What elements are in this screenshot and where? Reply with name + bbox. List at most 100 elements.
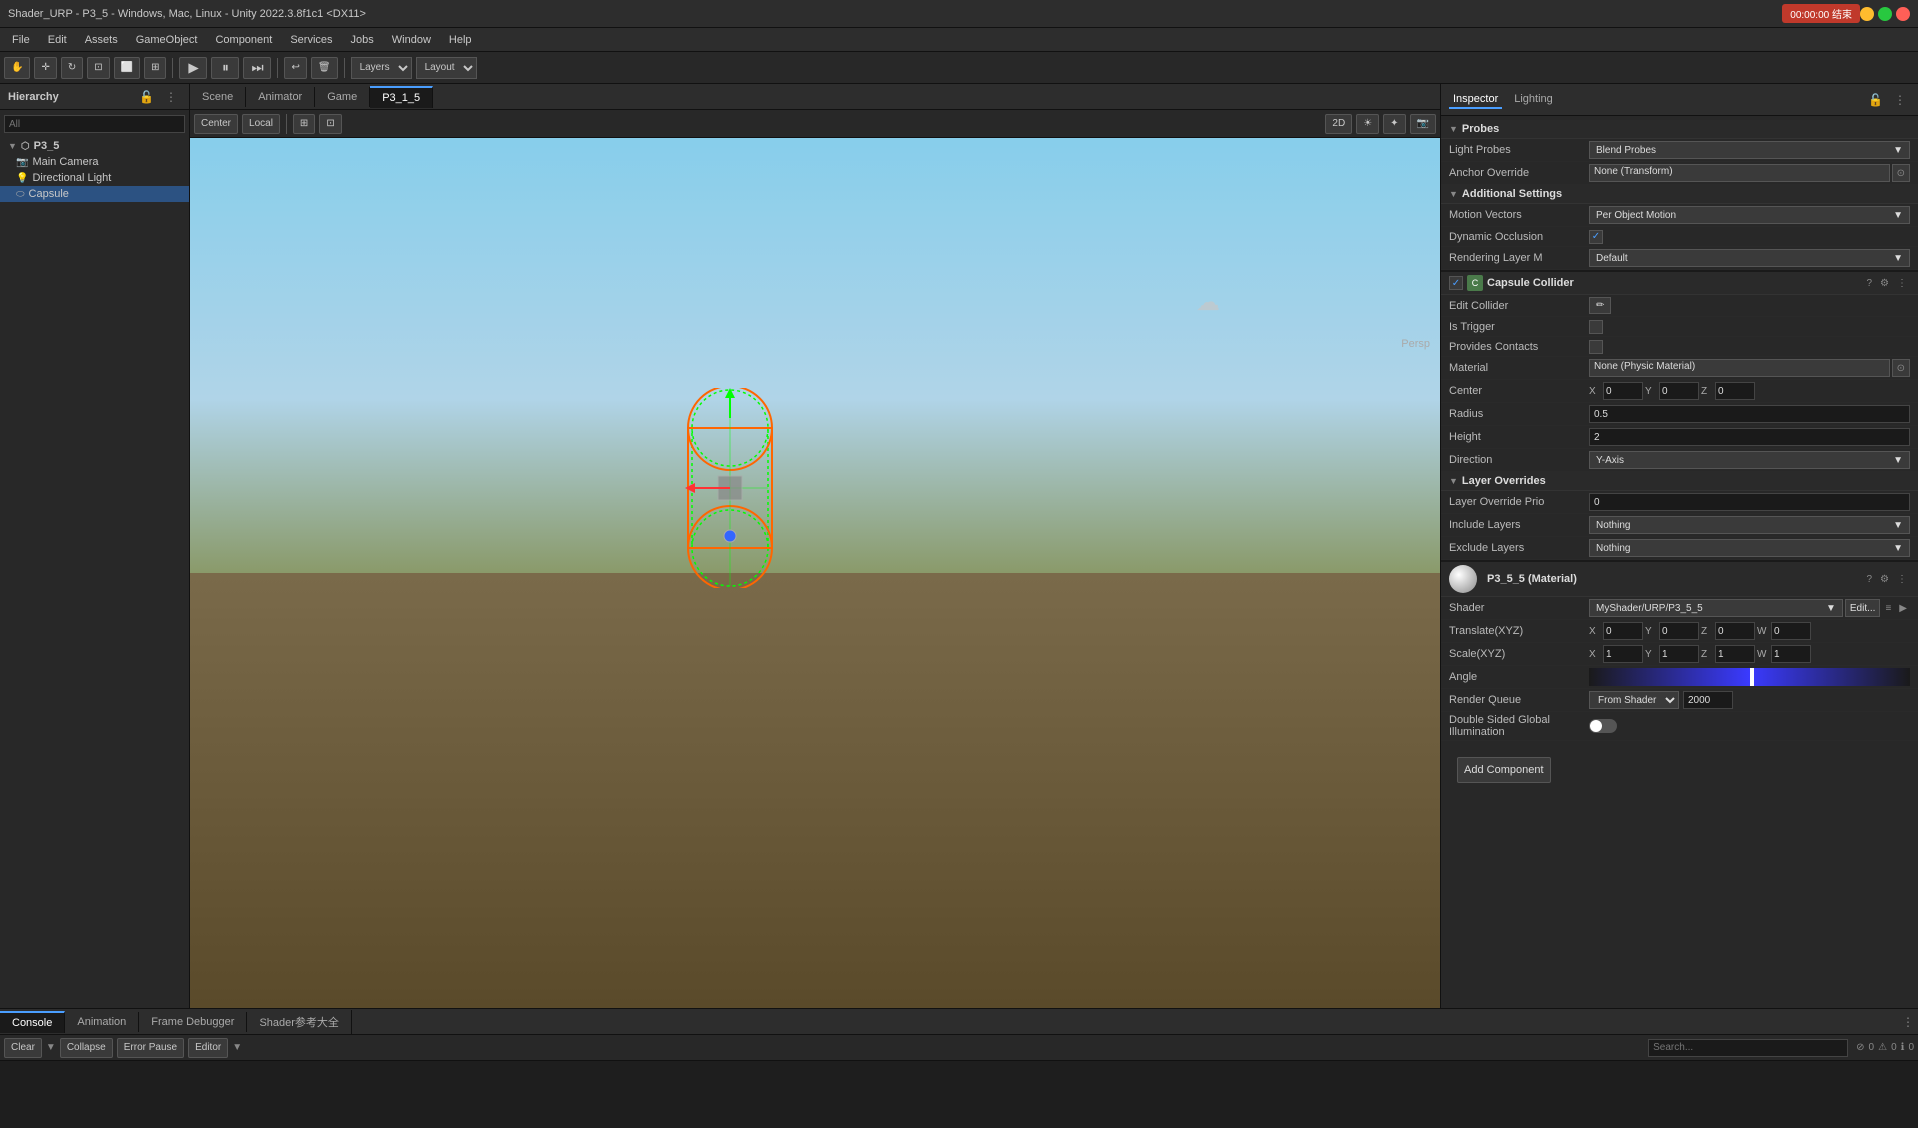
tab-game[interactable]: Game [315, 87, 370, 107]
inspector-lock-btn[interactable]: 🔓 [1864, 91, 1887, 109]
menu-component[interactable]: Component [207, 32, 280, 48]
layout-dropdown[interactable]: Layout [416, 57, 477, 79]
snap-btn[interactable]: ⊡ [319, 114, 341, 134]
capsule-object[interactable] [670, 388, 790, 591]
provides-contacts-checkbox[interactable] [1589, 340, 1603, 354]
rendering-layer-value[interactable]: Default ▼ [1589, 249, 1910, 267]
render-queue-value-input[interactable] [1683, 691, 1733, 709]
center-x-input[interactable] [1603, 382, 1643, 400]
move-tool[interactable]: ✛ [34, 57, 56, 79]
scene-view[interactable]: Persp ☁ [190, 138, 1440, 1008]
menu-jobs[interactable]: Jobs [343, 32, 382, 48]
hand-tool[interactable]: ✋ [4, 57, 30, 79]
scale-tool[interactable]: ⊡ [87, 57, 109, 79]
direction-dropdown[interactable]: Y-Axis ▼ [1589, 451, 1910, 469]
2d-btn[interactable]: 2D [1325, 114, 1352, 134]
layers-dropdown[interactable]: Layers [351, 57, 412, 79]
menu-window[interactable]: Window [384, 32, 439, 48]
tab-lighting[interactable]: Lighting [1510, 91, 1557, 109]
shader-options-btn[interactable]: ≡ [1882, 599, 1894, 617]
center-y-input[interactable] [1659, 382, 1699, 400]
exclude-layers-value[interactable]: Nothing ▼ [1589, 539, 1910, 557]
material-menu-btn[interactable]: ⋮ [1894, 573, 1910, 586]
translate-z-input[interactable] [1715, 622, 1755, 640]
tab-scene[interactable]: Scene [190, 87, 246, 107]
translate-x-input[interactable] [1603, 622, 1643, 640]
rect-tool[interactable]: ⬜ [114, 57, 140, 79]
record-button[interactable]: 00:00:00 结束 [1782, 4, 1860, 23]
undo-button[interactable]: ↩ [284, 57, 306, 79]
hierarchy-item-p3_5[interactable]: ▼ ⬡ P3_5 [0, 138, 189, 154]
material-target-btn[interactable]: ⊙ [1892, 359, 1910, 377]
tab-shader-ref[interactable]: Shader参考大全 [247, 1010, 351, 1034]
component-enable-checkbox[interactable]: ✓ [1449, 276, 1463, 290]
component-settings-btn[interactable]: ⚙ [1877, 277, 1892, 290]
pause-button[interactable]: ⏸ [211, 57, 239, 79]
scale-y-input[interactable] [1659, 645, 1699, 663]
center-z-input[interactable] [1715, 382, 1755, 400]
hierarchy-lock-btn[interactable]: 🔓 [135, 88, 158, 106]
shader-edit-btn[interactable]: Edit... [1845, 599, 1881, 617]
exclude-layers-dropdown[interactable]: Nothing ▼ [1589, 539, 1910, 557]
minimize-button[interactable] [1860, 7, 1874, 21]
height-input[interactable] [1589, 428, 1910, 446]
console-search-input[interactable] [1648, 1039, 1848, 1057]
motion-vectors-dropdown[interactable]: Per Object Motion ▼ [1589, 206, 1910, 224]
close-button[interactable] [1896, 7, 1910, 21]
anchor-target-btn[interactable]: ⊙ [1892, 164, 1910, 182]
angle-slider[interactable] [1589, 668, 1910, 686]
inspector-menu-btn[interactable]: ⋮ [1890, 91, 1910, 109]
rotate-tool[interactable]: ↻ [61, 57, 83, 79]
clear-btn[interactable]: Clear [4, 1038, 42, 1058]
motion-vectors-value[interactable]: Per Object Motion ▼ [1589, 206, 1910, 224]
hierarchy-item-capsule[interactable]: ⬭ Capsule [0, 186, 189, 202]
transform-tool[interactable]: ⊞ [144, 57, 166, 79]
component-menu-btn[interactable]: ⋮ [1894, 277, 1910, 290]
step-button[interactable]: ⏭ [243, 57, 271, 79]
editor-btn[interactable]: Editor [188, 1038, 228, 1058]
error-pause-btn[interactable]: Error Pause [117, 1038, 184, 1058]
tab-animation[interactable]: Animation [65, 1012, 139, 1032]
material-help-btn[interactable]: ? [1863, 573, 1875, 586]
scale-w-input[interactable] [1771, 645, 1811, 663]
layer-override-prio-input[interactable] [1589, 493, 1910, 511]
menu-gameobject[interactable]: GameObject [128, 32, 206, 48]
rendering-layer-dropdown[interactable]: Default ▼ [1589, 249, 1910, 267]
direction-value[interactable]: Y-Axis ▼ [1589, 451, 1910, 469]
menu-file[interactable]: File [4, 32, 38, 48]
additional-settings-header[interactable]: ▼ Additional Settings [1441, 185, 1918, 204]
collapse-btn[interactable]: Collapse [60, 1038, 113, 1058]
include-layers-dropdown[interactable]: Nothing ▼ [1589, 516, 1910, 534]
hierarchy-search-input[interactable] [4, 115, 185, 133]
translate-w-input[interactable] [1771, 622, 1811, 640]
component-help-btn[interactable]: ? [1863, 277, 1875, 290]
probes-section-header[interactable]: ▼ Probes [1441, 120, 1918, 139]
add-component-button[interactable]: Add Component [1457, 757, 1551, 783]
is-trigger-checkbox[interactable] [1589, 320, 1603, 334]
delete-button[interactable]: 🗑 [311, 57, 338, 79]
lighting-btn[interactable]: ☀ [1356, 114, 1379, 134]
double-sided-gi-switch[interactable] [1589, 719, 1617, 733]
hierarchy-menu-btn[interactable]: ⋮ [161, 88, 181, 106]
translate-y-input[interactable] [1659, 622, 1699, 640]
menu-edit[interactable]: Edit [40, 32, 75, 48]
edit-collider-button[interactable]: ✏ [1589, 297, 1611, 314]
light-probes-value[interactable]: Blend Probes ▼ [1589, 141, 1910, 159]
shader-dropdown[interactable]: MyShader/URP/P3_5_5 ▼ [1589, 599, 1843, 617]
menu-assets[interactable]: Assets [77, 32, 126, 48]
tab-frame-debugger[interactable]: Frame Debugger [139, 1012, 247, 1032]
material-settings-btn[interactable]: ⚙ [1877, 573, 1892, 586]
include-layers-value[interactable]: Nothing ▼ [1589, 516, 1910, 534]
tab-console[interactable]: Console [0, 1011, 65, 1033]
play-button[interactable]: ▶ [179, 57, 207, 79]
center-mode-btn[interactable]: Center [194, 114, 238, 134]
scale-z-input[interactable] [1715, 645, 1755, 663]
radius-input[interactable] [1589, 405, 1910, 423]
grid-btn[interactable]: ⊞ [293, 114, 315, 134]
render-queue-mode-select[interactable]: From Shader [1589, 691, 1679, 709]
layer-overrides-header[interactable]: ▼ Layer Overrides [1441, 472, 1918, 491]
scale-x-input[interactable] [1603, 645, 1643, 663]
shader-arrow-btn[interactable]: ▶ [1896, 599, 1910, 617]
maximize-button[interactable] [1878, 7, 1892, 21]
tab-animator[interactable]: Animator [246, 87, 315, 107]
